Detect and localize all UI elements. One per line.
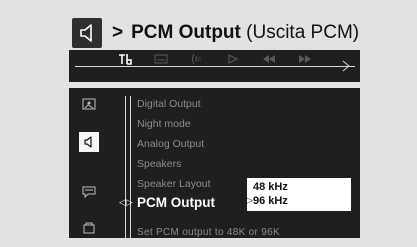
speaker-icon[interactable]: [79, 132, 99, 152]
divider-line: [125, 96, 126, 238]
chevron-right-icon: [342, 60, 350, 72]
top-icon-row: c: [107, 53, 323, 65]
menu-item-speaker-layout[interactable]: Speaker Layout: [137, 178, 211, 190]
screen: > PCM Output (Uscita PCM) c Digital Outp…: [0, 0, 417, 247]
speaker-icon: [72, 18, 102, 48]
divider-line: [130, 96, 131, 238]
menu-item-pcm-output[interactable]: PCM Output: [137, 195, 215, 210]
audio-icon[interactable]: c: [179, 53, 215, 65]
page-header: > PCM Output (Uscita PCM): [72, 15, 359, 51]
picture-icon[interactable]: [81, 97, 97, 111]
settings-icon[interactable]: [107, 53, 143, 65]
play-icon[interactable]: [215, 53, 251, 65]
help-hint: Set PCM output to 48K or 96K: [137, 227, 280, 238]
title-subtitle: (Uscita PCM): [246, 22, 360, 43]
option-96khz[interactable]: 96 kHz: [253, 195, 288, 207]
sidebar: [69, 88, 115, 238]
page-title: > PCM Output (Uscita PCM): [112, 22, 359, 44]
menu-item-analog-output[interactable]: Analog Output: [137, 138, 204, 150]
title-text: PCM Output: [131, 22, 241, 43]
option-48khz[interactable]: 48 kHz: [253, 181, 288, 193]
top-menu-bar: c: [69, 50, 360, 82]
selection-arrow-icon: ▷: [246, 195, 253, 205]
menu-item-digital-output[interactable]: Digital Output: [137, 98, 201, 110]
chat-icon[interactable]: [81, 185, 97, 199]
pcm-options-popup: 48 kHz 96 kHz: [247, 178, 351, 211]
lock-icon[interactable]: [81, 220, 97, 234]
settings-panel: Digital Output Night mode Analog Output …: [69, 88, 360, 238]
fast-forward-icon[interactable]: [287, 53, 323, 65]
menu-item-night-mode[interactable]: Night mode: [137, 118, 191, 130]
rewind-icon[interactable]: [251, 53, 287, 65]
menu-item-speakers[interactable]: Speakers: [137, 158, 181, 170]
svg-text:c: c: [198, 56, 202, 63]
top-divider-line: [75, 66, 355, 67]
subtitle-icon[interactable]: [143, 53, 179, 65]
breadcrumb-arrow: >: [112, 22, 124, 43]
arrows-left-icon: ◁▷: [119, 197, 133, 207]
